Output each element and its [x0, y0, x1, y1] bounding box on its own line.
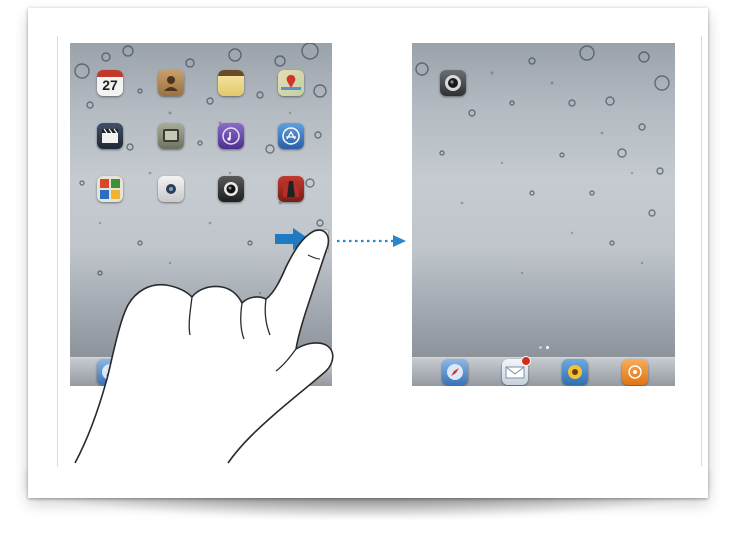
youtube-app-icon[interactable]	[158, 123, 184, 149]
app-store-glyph-icon	[282, 127, 300, 145]
camera-lens-icon	[224, 182, 238, 196]
app-store-app-icon[interactable]	[278, 123, 304, 149]
swiping-hand-illustration	[74, 229, 334, 464]
safari-dock-icon[interactable]	[442, 359, 468, 385]
photo-booth-app-icon[interactable]	[278, 176, 304, 202]
home-screen-after	[412, 43, 675, 386]
game-center-app-icon[interactable]	[97, 176, 123, 202]
camera-app-icon[interactable]	[440, 70, 466, 96]
calendar-app-icon[interactable]: 27	[97, 70, 123, 96]
sunflower-icon	[568, 365, 582, 379]
photos-dock-icon[interactable]	[562, 359, 588, 385]
compass-icon	[447, 364, 463, 380]
videos-app-icon[interactable]	[97, 123, 123, 149]
page-indicator	[412, 336, 675, 354]
camera-lens-icon	[445, 75, 461, 91]
clapperboard-icon	[102, 128, 118, 143]
calendar-day-number: 27	[102, 77, 118, 93]
itunes-app-icon[interactable]	[218, 123, 244, 149]
music-note-icon	[222, 127, 240, 145]
camera-app-icon[interactable]	[218, 176, 244, 202]
notes-binding	[218, 70, 244, 76]
music-icon	[628, 365, 642, 379]
ipod-dock-icon[interactable]	[622, 359, 648, 385]
curtain-icon	[283, 181, 299, 197]
unread-badge	[521, 356, 531, 366]
facetime-app-icon[interactable]	[158, 176, 184, 202]
lens-icon	[166, 184, 176, 194]
mail-dock-icon[interactable]	[502, 356, 531, 385]
game-tiles-icon	[100, 179, 120, 199]
map-pin-icon	[281, 75, 301, 90]
tv-icon	[163, 129, 179, 142]
maps-app-icon[interactable]	[278, 70, 304, 96]
person-icon	[164, 76, 178, 91]
transition-dotted-arrow-icon	[337, 235, 406, 247]
notes-app-icon[interactable]	[218, 70, 244, 96]
contacts-app-icon[interactable]	[158, 70, 184, 96]
dock	[412, 356, 675, 386]
